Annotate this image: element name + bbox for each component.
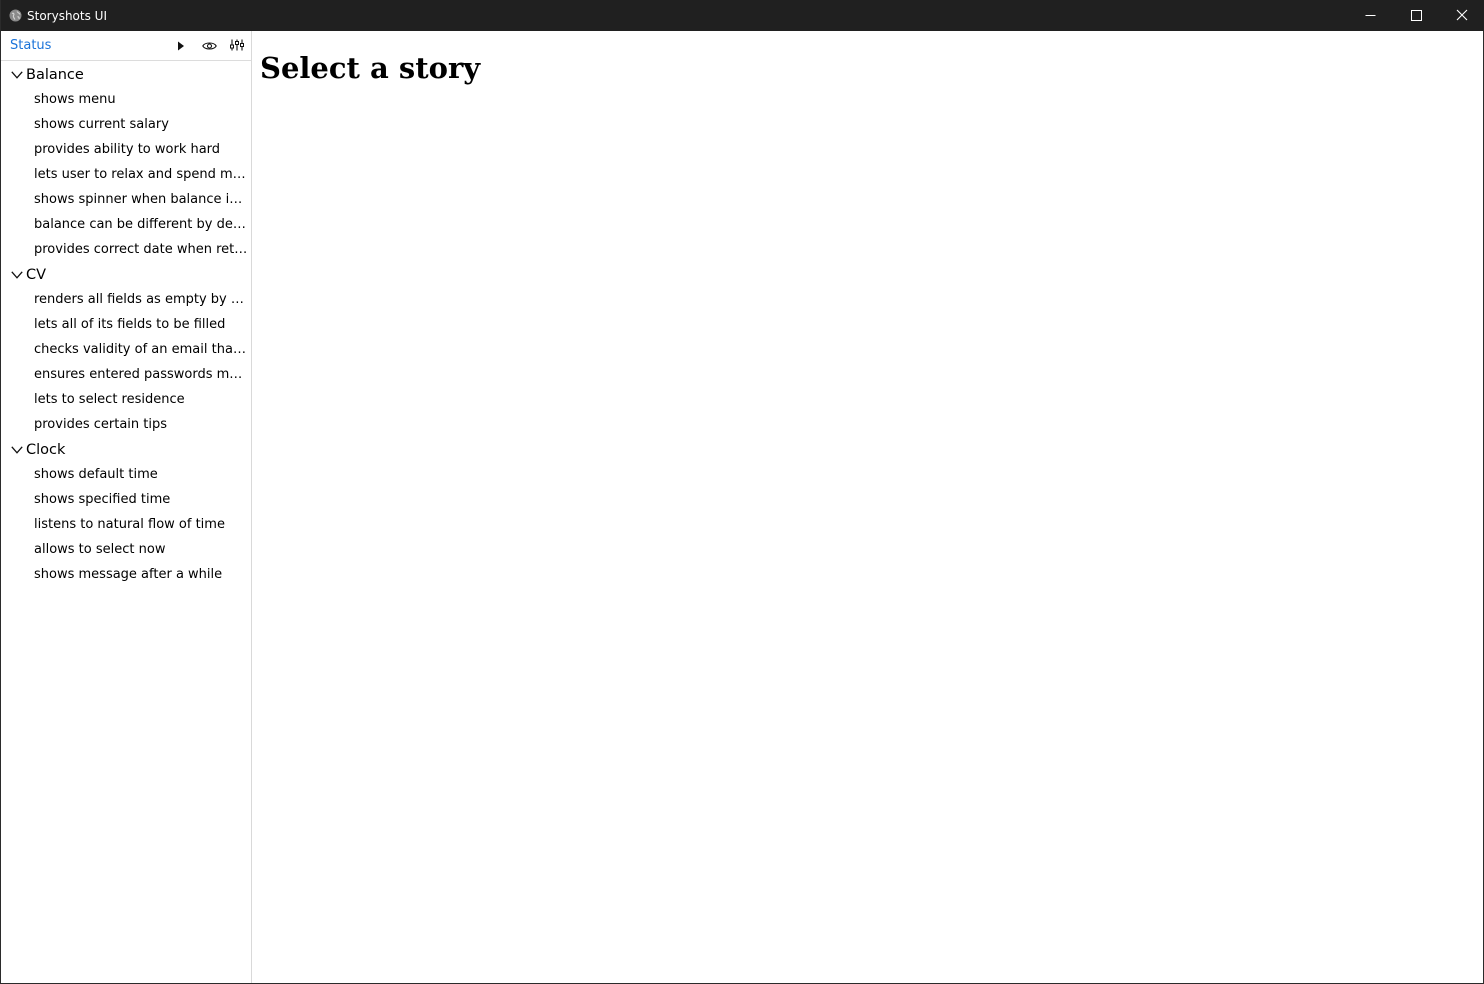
minimize-icon [1365,6,1376,25]
close-icon [1456,6,1468,25]
run-all-button[interactable] [172,37,190,53]
preview-button[interactable] [200,37,218,53]
window-controls [1347,0,1484,31]
globe-icon [8,9,22,23]
story-item[interactable]: balance can be different by default [1,212,251,237]
story-item[interactable]: shows specified time [1,487,251,512]
play-icon [177,36,185,55]
sliders-icon [230,36,244,55]
sidebar: Status Balance shows menu shows current … [1,31,252,983]
title-bar[interactable]: Storyshots UI [1,0,1484,31]
chevron-down-icon[interactable] [10,268,24,282]
maximize-icon [1410,6,1422,25]
group-title: Balance [26,66,84,83]
story-item[interactable]: provides certain tips [1,412,251,437]
story-item[interactable]: shows message after a while [1,562,251,587]
group-title: CV [26,266,47,283]
window-title: Storyshots UI [27,8,107,23]
story-item[interactable]: shows menu [1,87,251,112]
group-header-clock[interactable]: Clock [1,437,251,462]
story-item[interactable]: provides ability to work hard [1,137,251,162]
story-item[interactable]: lets all of its fields to be filled [1,312,251,337]
story-item[interactable]: renders all fields as empty by default [1,287,251,312]
app-window: Storyshots UI Status Balance shows menu … [0,0,1484,984]
maximize-button[interactable] [1393,0,1439,31]
close-button[interactable] [1439,0,1484,31]
sidebar-toolbar: Status [1,31,251,61]
status-link[interactable]: Status [10,38,51,53]
minimize-button[interactable] [1347,0,1393,31]
chevron-down-icon[interactable] [10,443,24,457]
settings-button[interactable] [228,37,246,53]
story-item[interactable]: lets to select residence [1,387,251,412]
story-item[interactable]: lets user to relax and spend money [1,162,251,187]
story-item[interactable]: ensures entered passwords match [1,362,251,387]
group-title: Clock [26,441,66,458]
eye-icon [201,36,217,55]
story-item[interactable]: listens to natural flow of time [1,512,251,537]
chevron-down-icon[interactable] [10,68,24,82]
story-item[interactable]: shows default time [1,462,251,487]
story-item[interactable]: shows current salary [1,112,251,137]
page-title: Select a story [260,51,481,85]
story-item[interactable]: allows to select now [1,537,251,562]
group-header-cv[interactable]: CV [1,262,251,287]
group-header-balance[interactable]: Balance [1,62,251,87]
story-item[interactable]: shows spinner when balance is not loaded [1,187,251,212]
story-item[interactable]: provides correct date when retrieving [1,237,251,262]
story-preview-area: Select a story [252,31,1483,983]
story-tree: Balance shows menu shows current salary … [1,62,251,587]
story-item[interactable]: checks validity of an email that was ent… [1,337,251,362]
